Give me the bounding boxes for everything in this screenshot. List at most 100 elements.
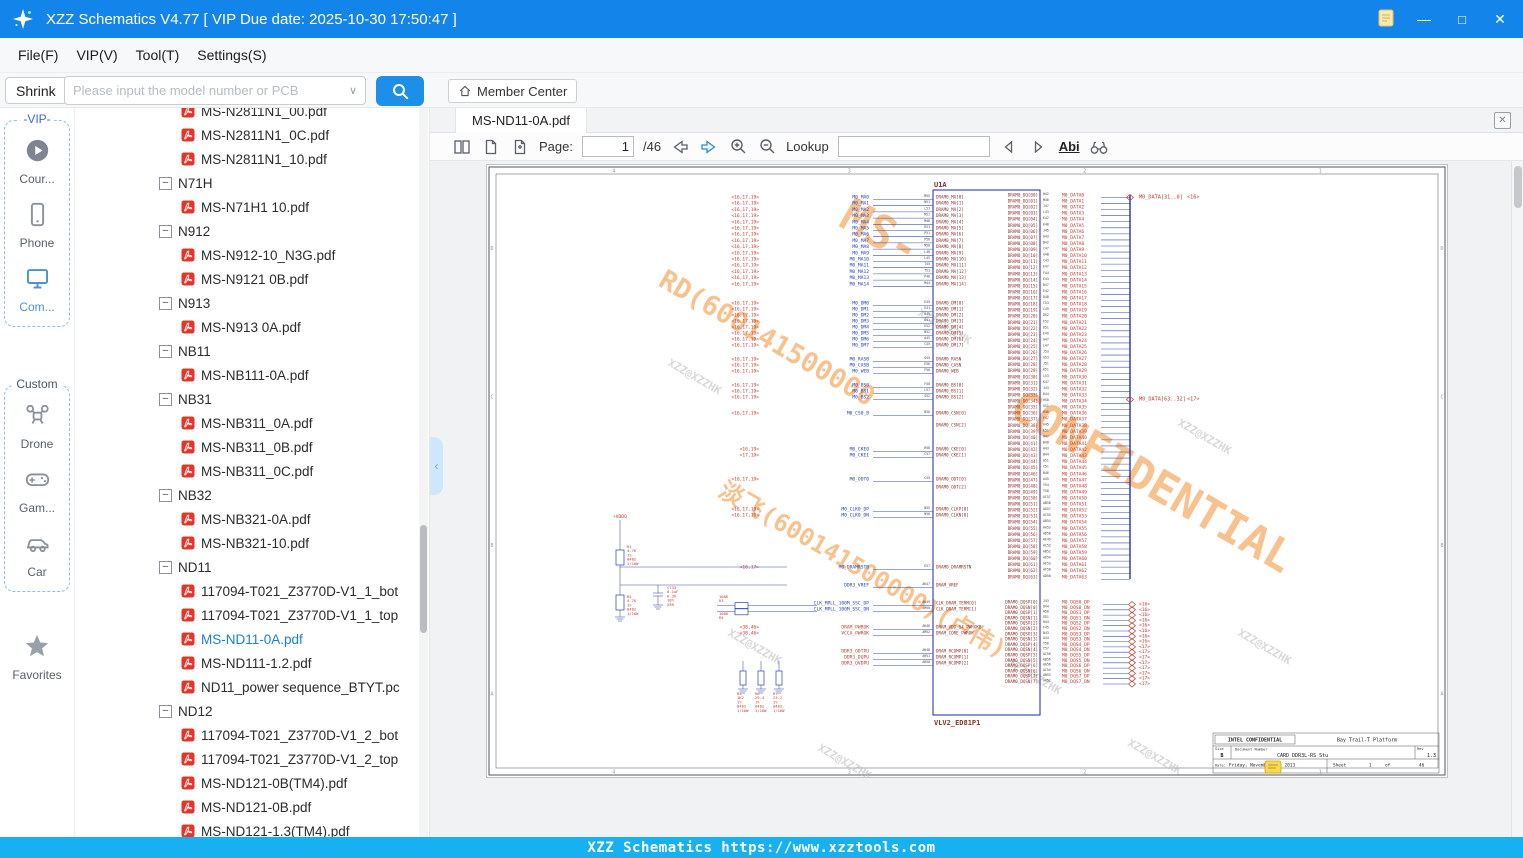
svg-text:Date:: Date: <box>1215 764 1226 768</box>
zoom-out-icon[interactable] <box>757 137 777 157</box>
rotate-right-icon[interactable] <box>510 137 530 157</box>
prev-result-icon[interactable] <box>999 137 1019 157</box>
tree-folder[interactable]: − N912 <box>75 219 429 243</box>
tree-scrollbar[interactable] <box>419 108 428 837</box>
collapse-icon[interactable]: − <box>159 344 172 358</box>
tree-folder[interactable]: − NB31 <box>75 387 429 411</box>
model-search-box[interactable]: ∨ <box>64 76 366 105</box>
rotate-left-icon[interactable] <box>481 137 501 157</box>
license-icon[interactable] <box>1375 8 1397 31</box>
collapse-panel-handle[interactable]: ‹ <box>430 437 443 495</box>
tree-file[interactable]: ND11_power sequence_BTYT.pc <box>75 675 429 699</box>
tree-folder[interactable]: − ND11 <box>75 555 429 579</box>
tree-file[interactable]: MS-N913 0A.pdf <box>75 315 429 339</box>
svg-text:AB53: AB53 <box>1043 673 1051 677</box>
binoculars-icon[interactable] <box>1089 137 1109 157</box>
menu-vip[interactable]: VIP(V) <box>67 47 126 63</box>
tree-file[interactable]: MS-N9121 0B.pdf <box>75 267 429 291</box>
tree-folder[interactable]: − NB11 <box>75 339 429 363</box>
sidebar-item-computer[interactable]: Com... <box>5 265 69 314</box>
match-case-button[interactable]: Abi <box>1059 139 1080 154</box>
two-page-view-icon[interactable] <box>452 137 472 157</box>
tree-file[interactable]: MS-N71H1 10.pdf <box>75 195 429 219</box>
tree-file[interactable]: MS-NB321-10.pdf <box>75 531 429 555</box>
tree-scrollbar-thumb[interactable] <box>420 525 427 633</box>
search-button[interactable] <box>376 76 424 106</box>
tree-folder[interactable]: − ND12 <box>75 699 429 723</box>
computer-icon <box>24 265 51 297</box>
svg-text:1: 1 <box>1319 169 1322 175</box>
svg-text:L57: L57 <box>924 388 930 392</box>
tree-file[interactable]: MS-NB311_0C.pdf <box>75 459 429 483</box>
sidebar-item-favorites[interactable]: Favorites <box>0 632 74 682</box>
pdf-canvas[interactable]: 4 4 3 3 2 2 1 1 D D C C B B A A XZZ@XZZHK XZZ@XZZHK XZZ@XZ… <box>430 161 1511 837</box>
tree-file[interactable]: MS-N2811N1_00.pdf <box>75 108 429 123</box>
sidebar-item-phone[interactable]: Phone <box>5 201 69 250</box>
collapse-icon[interactable]: − <box>159 296 172 310</box>
svg-text:XZZ@XZZHK: XZZ@XZZHK <box>816 741 874 777</box>
svg-text:E51: E51 <box>1043 428 1049 432</box>
tree-file[interactable]: 117094-T021_Z3770D-V1_2_bot <box>75 723 429 747</box>
svg-text:M0_MA4: M0_MA4 <box>852 219 869 225</box>
collapse-icon[interactable]: − <box>159 176 172 190</box>
collapse-icon[interactable]: − <box>159 224 172 238</box>
svg-text:M0_CS0_B: M0_CS0_B <box>847 411 869 417</box>
viewer-scrollbar-thumb[interactable] <box>1514 166 1522 208</box>
collapse-icon[interactable]: − <box>159 560 172 574</box>
tree-file[interactable]: MS-NB311_0B.pdf <box>75 435 429 459</box>
sidebar-item-car[interactable]: Car <box>5 530 69 579</box>
next-page-icon[interactable] <box>699 137 719 157</box>
member-center-button[interactable]: Member Center <box>448 79 578 103</box>
gamepad-icon <box>24 466 51 498</box>
tree-file[interactable]: MS-ND121-0B(TM4).pdf <box>75 771 429 795</box>
close-all-tabs-icon[interactable]: ✕ <box>1494 112 1511 129</box>
tab-ms-nd11-0a[interactable]: MS-ND11-0A.pdf <box>455 108 588 133</box>
chevron-down-icon[interactable]: ∨ <box>349 84 357 97</box>
tree-folder[interactable]: − N71H <box>75 171 429 195</box>
tree-file[interactable]: MS-NB321-0A.pdf <box>75 507 429 531</box>
lookup-input[interactable] <box>837 136 990 157</box>
svg-text:<16>: <16> <box>1187 195 1200 201</box>
menu-settings[interactable]: Settings(S) <box>188 47 275 63</box>
tree-file[interactable]: MS-N2811N1_10.pdf <box>75 147 429 171</box>
close-button[interactable]: ✕ <box>1489 11 1511 28</box>
tree-file[interactable]: MS-N912-10_N3G.pdf <box>75 243 429 267</box>
sidebar-item-courses[interactable]: Cour... <box>5 137 69 186</box>
tree-file[interactable]: 117094-T021_Z3770D-V1_2_top <box>75 747 429 771</box>
tree-file[interactable]: 117094-T021_Z3770D-V1_1_bot <box>75 579 429 603</box>
viewer-scrollbar[interactable] <box>1511 161 1523 837</box>
pdf-page[interactable]: 4 4 3 3 2 2 1 1 D D C C B B A A XZZ@XZZHK XZZ@XZZHK XZZ@XZ… <box>487 165 1447 777</box>
tree-item-label: MS-NB321-10.pdf <box>201 535 310 551</box>
shrink-button[interactable]: Shrink <box>5 77 67 104</box>
tree-file[interactable]: MS-ND11-0A.pdf <box>75 627 429 651</box>
tree-file[interactable]: MS-ND121-0B.pdf <box>75 795 429 819</box>
svg-text:CLK_DRAM_TERM[0]: CLK_DRAM_TERM[0] <box>936 601 976 606</box>
menu-file[interactable]: File(F) <box>9 47 67 63</box>
sidebar-item-game[interactable]: Gam... <box>5 466 69 515</box>
page-number-input[interactable] <box>581 136 634 157</box>
svg-text:M0_DATA8: M0_DATA8 <box>1062 241 1084 247</box>
svg-text:DRAM0_DQSN[3]: DRAM0_DQSN[3] <box>1005 637 1038 642</box>
model-search-input[interactable] <box>73 83 345 98</box>
tree-file[interactable]: MS-NB111-0A.pdf <box>75 363 429 387</box>
maximize-button[interactable]: □ <box>1451 12 1473 27</box>
sidebar-item-drone[interactable]: Drone <box>5 402 69 451</box>
svg-text:<16>: <16> <box>1139 612 1150 618</box>
tree-file[interactable]: MS-N2811N1_0C.pdf <box>75 123 429 147</box>
tree-file[interactable]: MS-ND121-1.3(TM4).pdf <box>75 819 429 837</box>
next-result-icon[interactable] <box>1028 137 1048 157</box>
tree-folder[interactable]: − NB32 <box>75 483 429 507</box>
tree-file[interactable]: MS-NB311_0A.pdf <box>75 411 429 435</box>
schematic-drawing[interactable]: 44332211D DC CB BA AXZZ@XZZHKXZZ@XZZHKXZZ@XZ… <box>487 165 1447 777</box>
collapse-icon[interactable]: − <box>159 488 172 502</box>
zoom-in-icon[interactable] <box>728 137 748 157</box>
tree-folder[interactable]: − N913 <box>75 291 429 315</box>
tree-file[interactable]: 117094-T021_Z3770D-V1_1_top <box>75 603 429 627</box>
svg-text:<16,17,19>: <16,17,19> <box>731 389 759 395</box>
menu-tool[interactable]: Tool(T) <box>127 47 189 63</box>
prev-page-icon[interactable] <box>670 137 690 157</box>
collapse-icon[interactable]: − <box>159 704 172 718</box>
minimize-button[interactable]: — <box>1413 11 1435 27</box>
tree-file[interactable]: MS-ND111-1.2.pdf <box>75 651 429 675</box>
collapse-icon[interactable]: − <box>159 392 172 406</box>
